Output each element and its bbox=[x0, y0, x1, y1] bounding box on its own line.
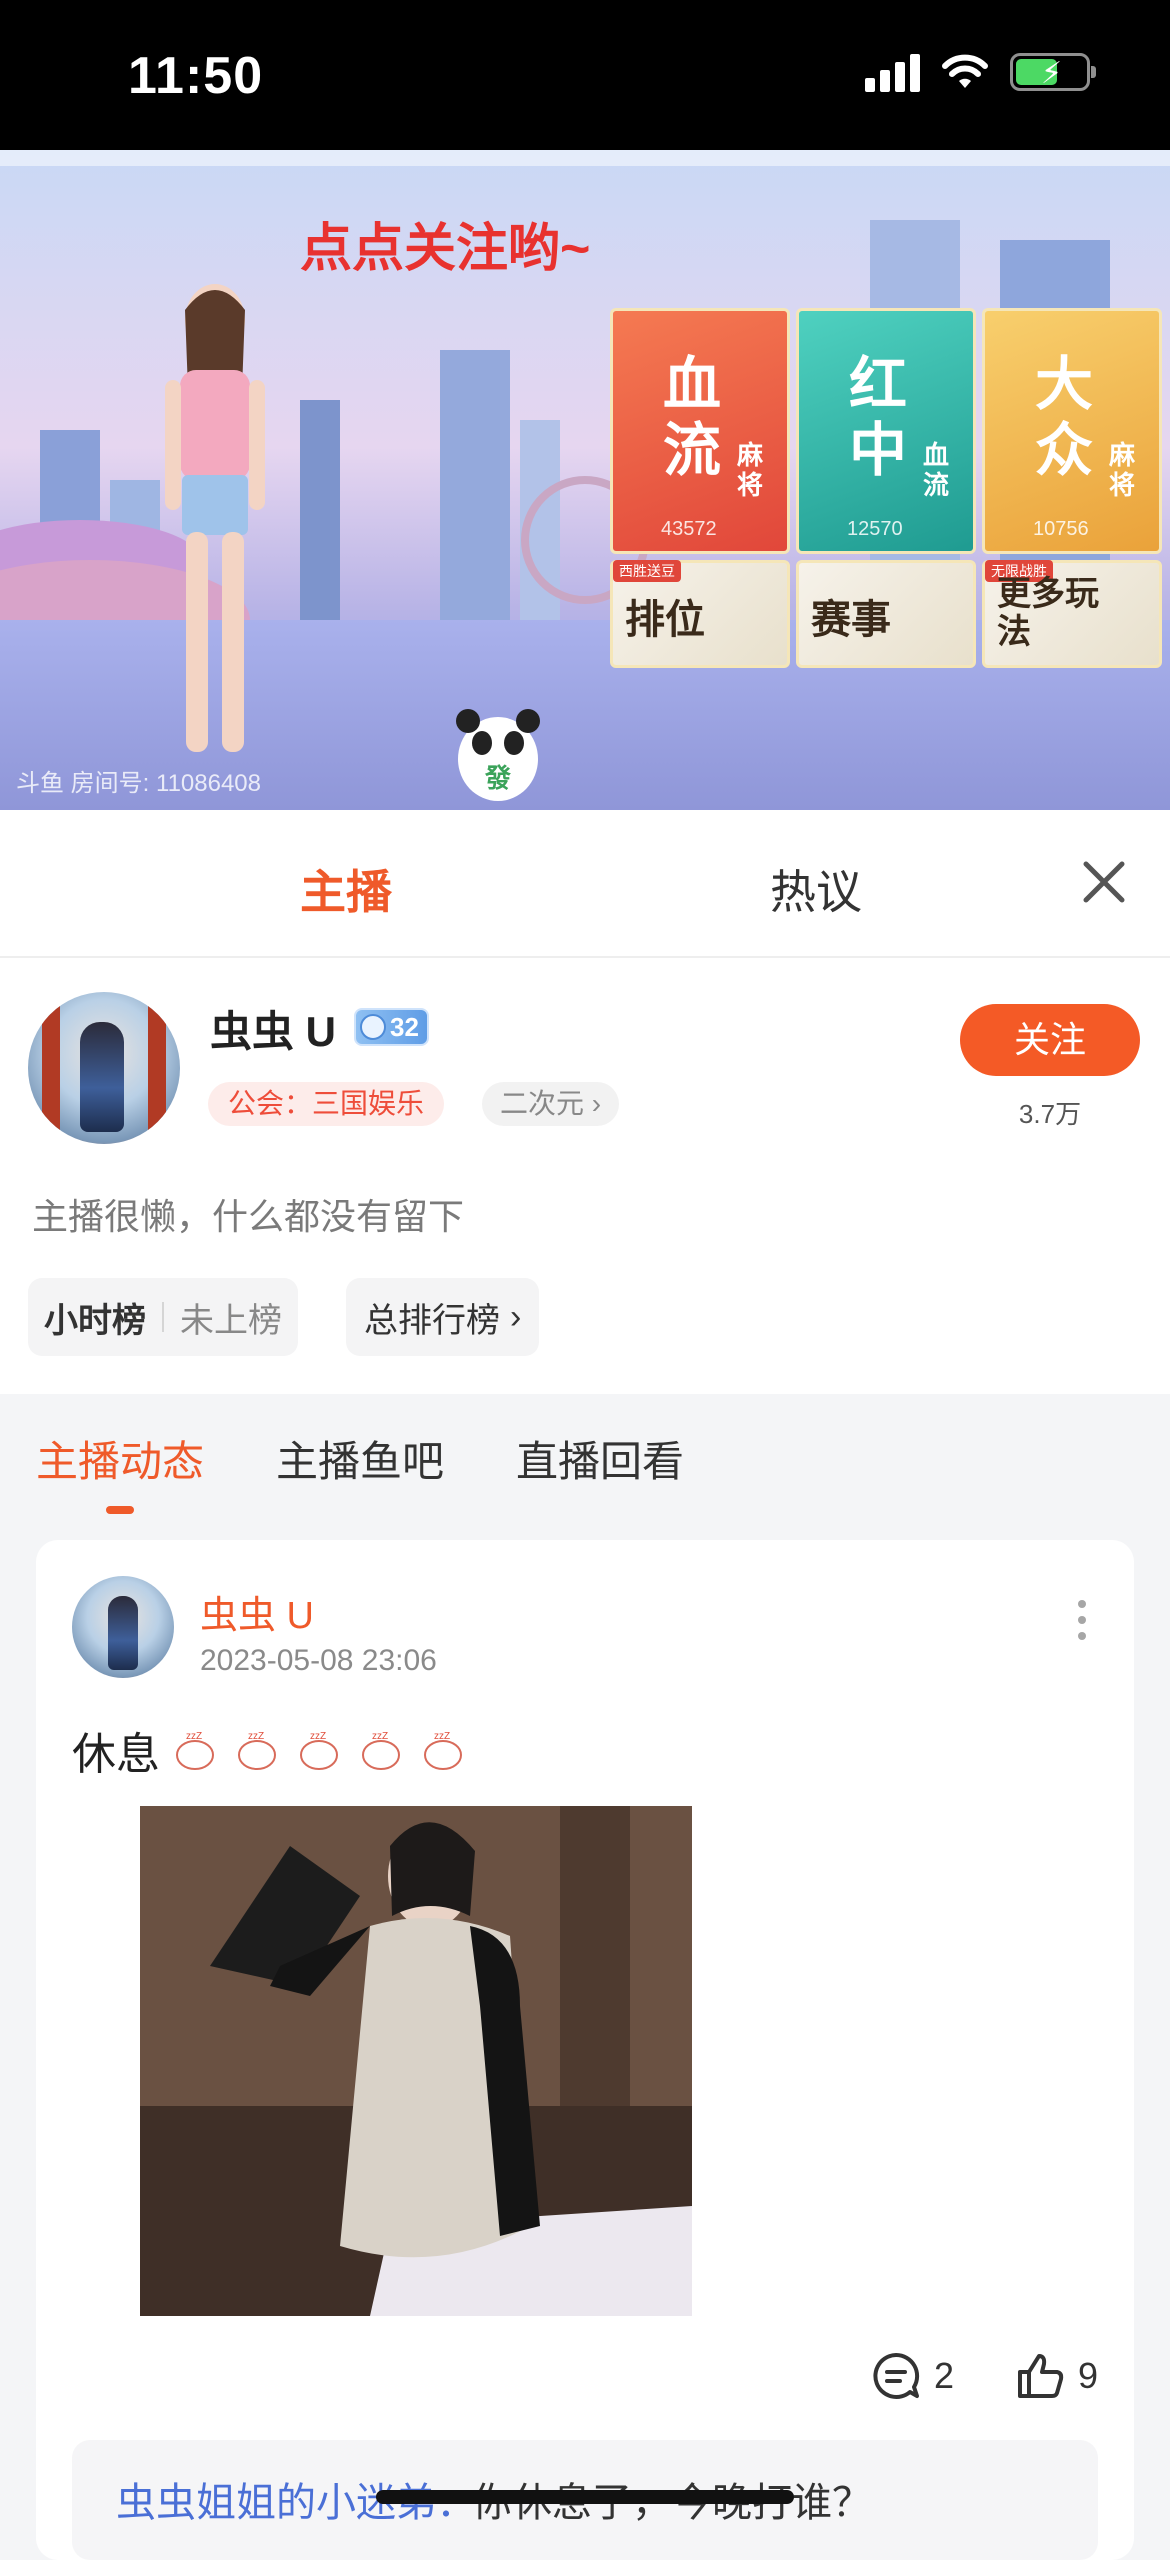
svg-text:zzZ: zzZ bbox=[186, 1731, 202, 1742]
sleepy-emoji-icon: zzZ bbox=[176, 1731, 214, 1770]
home-indicator[interactable] bbox=[376, 2490, 794, 2504]
tab-streamer-posts[interactable]: 主播动态 bbox=[36, 1428, 204, 1489]
post-author-avatar[interactable] bbox=[72, 1576, 174, 1678]
streamer-avatar[interactable] bbox=[28, 992, 180, 1144]
close-icon[interactable] bbox=[1076, 854, 1132, 910]
post-author-name[interactable]: 虫虫 U bbox=[200, 1584, 314, 1639]
active-tab-indicator bbox=[106, 1506, 134, 1514]
category-tag[interactable]: 二次元 › bbox=[482, 1082, 620, 1126]
player-count: 10756 bbox=[1033, 518, 1089, 540]
post-actions: 2 9 bbox=[870, 2350, 1098, 2402]
sleepy-emoji-icon: zzZ bbox=[362, 1731, 400, 1770]
game-card-hongzhong[interactable]: 红中 血流 12570 bbox=[796, 308, 976, 554]
player-count: 43572 bbox=[661, 518, 717, 540]
player-count: 12570 bbox=[847, 518, 903, 540]
follow-button[interactable]: 关注 bbox=[960, 1004, 1140, 1076]
streamer-bio: 主播很懒，什么都没有留下 bbox=[32, 1196, 465, 1237]
post-text: 休息 zzZ zzZ zzZ zzZ zzZ bbox=[72, 1718, 470, 1782]
svg-text:zzZ: zzZ bbox=[248, 1731, 264, 1742]
hourly-rank-chip[interactable]: 小时榜 未上榜 bbox=[28, 1278, 298, 1356]
comment-icon[interactable] bbox=[870, 2350, 922, 2402]
mode-more[interactable]: 无限战胜 更多玩法 bbox=[982, 560, 1162, 668]
panda-mascot: 發 bbox=[456, 709, 540, 801]
follower-count: 3.7万 bbox=[1018, 1099, 1082, 1129]
status-time: 11:50 bbox=[128, 47, 264, 105]
sleepy-emoji-icon: zzZ bbox=[238, 1731, 276, 1770]
guild-tag[interactable]: 公会：三国娱乐 bbox=[208, 1082, 445, 1126]
svg-text:zzZ: zzZ bbox=[372, 1731, 388, 1742]
tab-hot-discussion[interactable]: 热议 bbox=[770, 856, 862, 922]
svg-text:zzZ: zzZ bbox=[310, 1731, 326, 1742]
cellular-signal-icon bbox=[865, 52, 920, 92]
level-badge: 32 bbox=[354, 1008, 429, 1046]
tab-fish-bar[interactable]: 主播鱼吧 bbox=[276, 1428, 444, 1489]
sleepy-emoji-icon: zzZ bbox=[300, 1731, 338, 1770]
battery-icon: ⚡ bbox=[1010, 53, 1096, 91]
svg-text:zzZ: zzZ bbox=[434, 1731, 450, 1742]
room-id-text: 斗鱼 房间号: 11086408 bbox=[16, 770, 262, 797]
like-count: 9 bbox=[1077, 2355, 1098, 2396]
streamer-name: 虫虫 U bbox=[210, 1008, 337, 1055]
game-card-xueliu[interactable]: 血流 麻将 43572 bbox=[610, 308, 790, 554]
game-mode-grid: 血流 麻将 43572 红中 血流 12570 大众 麻将 10756 西胜送豆… bbox=[610, 308, 1162, 668]
live-stream-player[interactable]: 点点关注哟~ 發 斗鱼 房间号: 11086408 血流 麻将 43572 红中… bbox=[0, 150, 1170, 810]
post-time: 2023-05-08 23:06 bbox=[200, 1644, 437, 1677]
follow-hint-text: 点点关注哟~ bbox=[300, 220, 591, 278]
game-card-dazhong[interactable]: 大众 麻将 10756 bbox=[982, 308, 1162, 554]
level-icon bbox=[360, 1014, 386, 1040]
feed-section: 主播动态 主播鱼吧 直播回看 虫虫 U 2023-05-08 23:06 休息 … bbox=[0, 1394, 1170, 2560]
mode-tournament[interactable]: 赛事 bbox=[796, 560, 976, 668]
post-image[interactable] bbox=[140, 1806, 692, 2316]
total-rank-chip[interactable]: 总排行榜 › bbox=[346, 1278, 540, 1356]
status-bar: 11:50 ⚡ bbox=[0, 0, 1170, 150]
like-icon[interactable] bbox=[1014, 2350, 1066, 2402]
sleepy-emoji-icon: zzZ bbox=[424, 1731, 462, 1770]
status-icons: ⚡ bbox=[865, 52, 1096, 92]
tab-replays[interactable]: 直播回看 bbox=[516, 1428, 684, 1489]
post-card: 虫虫 U 2023-05-08 23:06 休息 zzZ zzZ zzZ zzZ… bbox=[36, 1540, 1134, 2560]
comment-count: 2 bbox=[933, 2355, 954, 2396]
more-options-icon[interactable] bbox=[1078, 1600, 1086, 1640]
avatar-character bbox=[165, 284, 265, 752]
tab-streamer[interactable]: 主播 bbox=[300, 856, 392, 922]
game-top-bar bbox=[0, 150, 1170, 166]
wifi-icon bbox=[942, 54, 988, 88]
chevron-right-icon: › bbox=[510, 1297, 522, 1336]
svg-text:發: 發 bbox=[484, 764, 512, 794]
chevron-right-icon: › bbox=[591, 1088, 602, 1119]
panel-tabs: 主播 热议 bbox=[0, 810, 1170, 958]
mode-ranked[interactable]: 西胜送豆 排位 bbox=[610, 560, 790, 668]
